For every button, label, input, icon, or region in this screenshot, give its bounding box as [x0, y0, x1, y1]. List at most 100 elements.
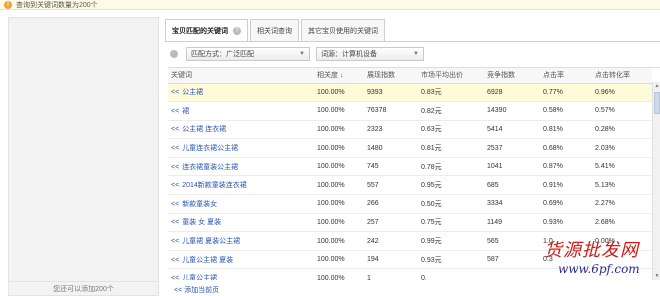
- scrollbar-thumb[interactable]: [654, 92, 660, 114]
- table-row[interactable]: << 2014新款童装连衣裙 100.00% 557 0.95元 685 0.91% 5.13…: [168, 175, 652, 196]
- avg-bid-cell: 0.81元: [418, 138, 484, 158]
- avg-bid-cell: 0.83元: [418, 83, 484, 103]
- keyword-table-container: 关键词 相关度 ↓ 展现指数 市场平均出价 竞争指数 点击率 点击转化率 << 公主…: [168, 67, 660, 280]
- table-row[interactable]: << 公主裙 100.00% 9393 0.83元 6928 0.77% 0.96%: [168, 83, 652, 103]
- avg-bid-cell: 0.99元: [418, 231, 484, 251]
- keyword-text: 儿童裙 夏装公主裙: [182, 238, 241, 246]
- competition-cell: 5414: [484, 120, 540, 140]
- add-keyword-button[interactable]: <<: [171, 257, 179, 264]
- keyword-text: 儿童公主裙 夏装: [182, 256, 234, 264]
- avg-bid-cell: 0.75元: [418, 213, 484, 233]
- keyword-text: 裙: [182, 107, 190, 115]
- ctr-cell: 1.0: [540, 231, 592, 251]
- keyword-cell[interactable]: << 儿童连衣裙公主裙: [168, 138, 314, 158]
- sort-desc-icon[interactable]: ↓: [340, 72, 344, 79]
- add-keyword-button[interactable]: <<: [171, 219, 179, 226]
- ctr-cell: 0.93%: [540, 213, 592, 233]
- add-keyword-button[interactable]: <<: [171, 89, 179, 96]
- relevance-cell: 100.00%: [314, 194, 364, 214]
- ctr-cell: [540, 268, 592, 280]
- cvr-cell: [592, 268, 652, 280]
- impressions-cell: 194: [364, 250, 418, 270]
- selected-keywords-panel: 您还可以添加200个: [8, 17, 159, 296]
- impressions-cell: 2323: [364, 120, 418, 140]
- competition-cell: 3334: [484, 194, 540, 214]
- relevance-cell: 100.00%: [314, 213, 364, 233]
- keyword-cell[interactable]: << 连衣裙童装公主裙: [168, 157, 314, 177]
- keyword-text: 公主裙 连衣裙: [182, 126, 227, 134]
- col-header-relevance[interactable]: 相关度 ↓: [314, 68, 364, 84]
- scroll-up-icon[interactable]: ▲: [653, 82, 660, 90]
- table-row[interactable]: << 儿童裙 夏装公主裙 100.00% 242 0.99元 565 1.0 0.00%: [168, 231, 652, 251]
- keyword-text: 童装 女 夏装: [182, 219, 222, 227]
- relevance-cell: 100.00%: [314, 231, 364, 251]
- add-keyword-button[interactable]: <<: [171, 238, 179, 245]
- keyword-main-panel: 宝贝匹配的关键词 ? 相关词查询 其它宝贝使用的关键词 匹配方式：广泛匹配 ▼ …: [165, 17, 660, 296]
- add-keyword-button[interactable]: <<: [171, 182, 179, 189]
- table-row[interactable]: << 裙 100.00% 76378 0.82元 14390 0.58% 0.57%: [168, 101, 652, 121]
- word-source-select[interactable]: 词源：计算机设备 ▼: [316, 47, 424, 61]
- keyword-cell[interactable]: << 2014新款童装连衣裙: [168, 175, 314, 196]
- add-keyword-button[interactable]: <<: [171, 275, 179, 280]
- relevance-cell: 100.00%: [314, 138, 364, 158]
- ctr-cell: 0.69%: [540, 194, 592, 214]
- ctr-cell: 0.77%: [540, 83, 592, 103]
- keyword-cell[interactable]: << 裙: [168, 101, 314, 121]
- cvr-cell: 2.27%: [592, 194, 652, 214]
- impressions-cell: 242: [364, 231, 418, 251]
- keyword-cell[interactable]: << 公主裙 连衣裙: [168, 120, 314, 140]
- table-row[interactable]: << 儿童连衣裙公主裙 100.00% 1480 0.81元 2537 0.68% 2.03%: [168, 138, 652, 158]
- impressions-cell: 745: [364, 157, 418, 177]
- col-header-ctr[interactable]: 点击率: [540, 68, 592, 84]
- table-row[interactable]: << 童装 女 夏装 100.00% 257 0.75元 1149 0.93% 2.68%: [168, 213, 652, 233]
- keyword-cell[interactable]: << 童装 女 夏装: [168, 213, 314, 233]
- keyword-text: 儿童公主裙: [182, 275, 218, 280]
- keyword-cell[interactable]: << 儿童裙 夏装公主裙: [168, 231, 314, 251]
- chevron-down-icon: ▼: [299, 51, 305, 57]
- impressions-cell: 257: [364, 213, 418, 233]
- table-header-row: 关键词 相关度 ↓ 展现指数 市场平均出价 竞争指数 点击率 点击转化率: [168, 68, 652, 84]
- add-keyword-button[interactable]: <<: [171, 164, 179, 171]
- tab-related-search[interactable]: 相关词查询: [250, 19, 299, 41]
- keyword-cell[interactable]: << 新款童装女: [168, 194, 314, 214]
- table-row[interactable]: << 连衣裙童装公主裙 100.00% 745 0.78元 1041 0.87% 5.41%: [168, 157, 652, 177]
- keyword-cell[interactable]: << 儿童公主裙: [168, 268, 314, 280]
- impressions-cell: 1480: [364, 138, 418, 158]
- col-header-label: 相关度: [317, 72, 338, 80]
- table-row[interactable]: << 公主裙 连衣裙 100.00% 2323 0.63元 5414 0.81% 0.28%: [168, 120, 652, 140]
- col-header-cvr[interactable]: 点击转化率: [592, 68, 652, 84]
- avg-bid-cell: 0.93元: [418, 250, 484, 270]
- relevance-cell: 100.00%: [314, 268, 364, 280]
- match-type-select[interactable]: 匹配方式：广泛匹配 ▼: [186, 47, 310, 61]
- keyword-cell[interactable]: << 儿童公主裙 夏装: [168, 250, 314, 270]
- col-header-keyword[interactable]: 关键词: [168, 68, 314, 84]
- col-header-impressions[interactable]: 展现指数: [364, 68, 418, 84]
- avg-bid-cell: 0.95元: [418, 175, 484, 196]
- impressions-cell: 9393: [364, 83, 418, 103]
- remaining-quota-text: 您还可以添加200个: [9, 281, 158, 295]
- ctr-cell: 0.68%: [540, 138, 592, 158]
- filter-toggle-icon[interactable]: [170, 50, 178, 58]
- add-keyword-button[interactable]: <<: [171, 145, 179, 152]
- add-keyword-button[interactable]: <<: [171, 126, 179, 133]
- table-row[interactable]: << 儿童公主裙 100.00% 1 0.: [168, 268, 652, 280]
- col-header-avg-bid[interactable]: 市场平均出价: [418, 68, 484, 84]
- impressions-cell: 557: [364, 175, 418, 196]
- cvr-cell: 0.57%: [592, 101, 652, 121]
- avg-bid-cell: 0.82元: [418, 101, 484, 121]
- tab-other-items-keywords[interactable]: 其它宝贝使用的关键词: [301, 19, 385, 41]
- table-row[interactable]: << 儿童公主裙 夏装 100.00% 194 0.93元 587 0.3: [168, 250, 652, 270]
- tab-matched-keywords[interactable]: 宝贝匹配的关键词 ?: [165, 19, 248, 42]
- keyword-cell[interactable]: << 公主裙: [168, 83, 314, 103]
- scroll-down-icon[interactable]: ▼: [653, 272, 660, 280]
- competition-cell: 685: [484, 175, 540, 196]
- add-keyword-button[interactable]: <<: [171, 201, 179, 208]
- add-keyword-button[interactable]: <<: [171, 108, 179, 115]
- col-header-competition[interactable]: 竞争指数: [484, 68, 540, 84]
- table-row[interactable]: << 新款童装女 100.00% 266 0.50元 3334 0.69% 2.27%: [168, 194, 652, 214]
- keyword-tabs: 宝贝匹配的关键词 ? 相关词查询 其它宝贝使用的关键词: [165, 19, 387, 42]
- help-icon[interactable]: ?: [233, 27, 241, 35]
- filter-bar: 匹配方式：广泛匹配 ▼ 词源：计算机设备 ▼: [170, 47, 430, 61]
- table-scrollbar[interactable]: ▲ ▼: [652, 82, 660, 280]
- add-current-page-link[interactable]: << 添加当前页: [174, 285, 219, 295]
